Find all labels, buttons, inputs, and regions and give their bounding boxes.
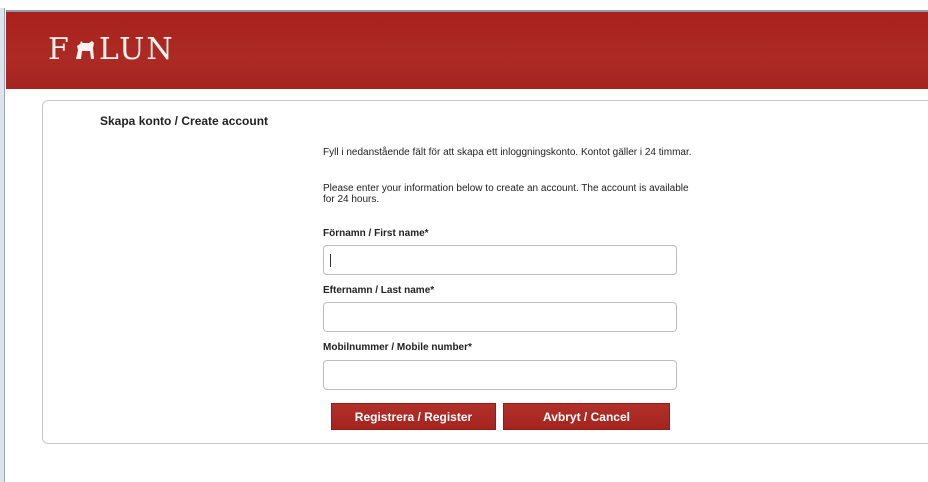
intro-text-english: Please enter your information below to c…	[323, 183, 689, 205]
cancel-button[interactable]: Avbryt / Cancel	[503, 403, 670, 430]
mobile-number-field[interactable]	[323, 360, 677, 390]
text-caret	[330, 254, 331, 267]
intro-text-swedish: Fyll i nedanstående fält för att skapa e…	[323, 147, 692, 158]
first-name-label: Förnamn / First name*	[323, 228, 429, 239]
dala-horse-icon	[75, 40, 94, 59]
page-title: Skapa konto / Create account	[100, 114, 269, 128]
register-button[interactable]: Registrera / Register	[331, 403, 496, 430]
first-name-field[interactable]	[323, 245, 677, 275]
site-header: F LUN	[6, 10, 928, 89]
last-name-label: Efternamn / Last name*	[323, 285, 435, 296]
falun-logo[interactable]: F LUN	[48, 32, 175, 67]
last-name-field[interactable]	[323, 302, 677, 332]
window-edge-line	[4, 8, 5, 482]
mobile-number-label: Mobilnummer / Mobile number*	[323, 342, 472, 353]
logo-letters-lun: LUN	[98, 32, 175, 67]
logo-letter-f: F	[48, 32, 71, 67]
